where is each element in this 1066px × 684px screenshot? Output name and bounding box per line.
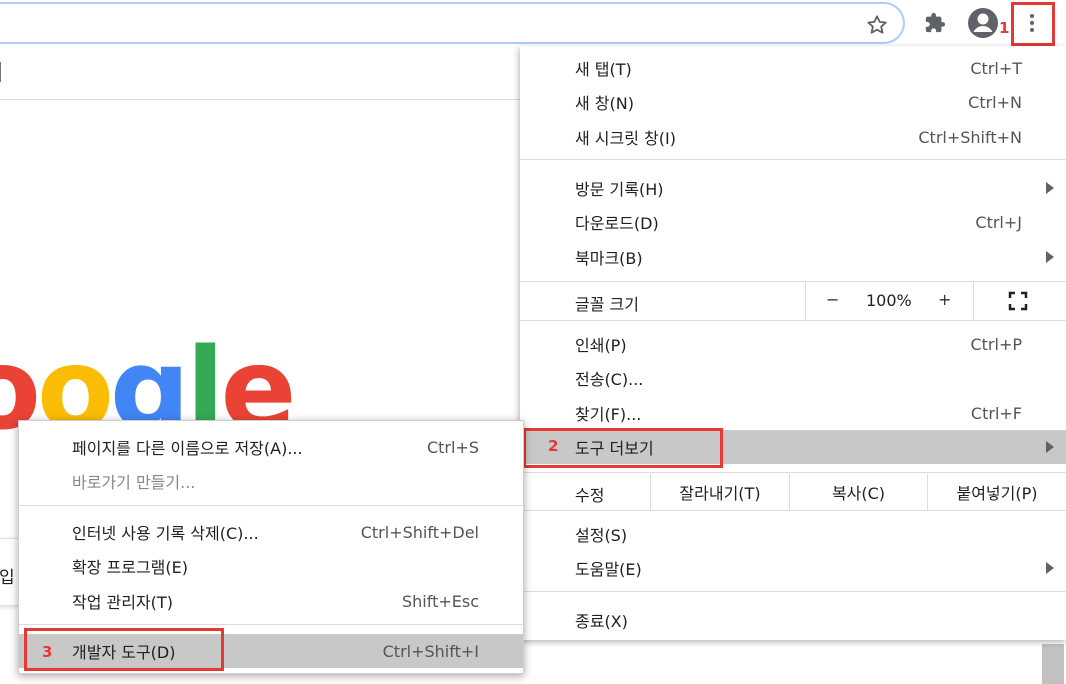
menu-item-shortcut: Ctrl+Shift+N [918,127,1022,147]
profile-button[interactable] [966,6,1000,40]
menu-item-help[interactable]: 도움말(E) [520,551,1066,585]
menu-item-label: 전송(C)... [575,370,644,389]
submenu-arrow-icon [1046,251,1054,263]
menu-item-label: 다운로드(D) [575,214,659,233]
menu-item-label: 방문 기록(H) [575,180,664,199]
google-logo: oogle [0,342,296,432]
submenu-item-extensions[interactable]: 확장 프로그램(E) [19,549,523,583]
submenu-item-create-shortcut: 바로가기 만들기... [19,464,523,498]
menu-item-incognito[interactable]: 새 시크릿 창(I) Ctrl+Shift+N [520,120,1066,154]
menu-item-shortcut: Ctrl+T [970,58,1022,78]
search-box-text: 입 [0,568,15,588]
submenu-item-label: 페이지를 다른 이름으로 저장(A)... [72,439,303,458]
paste-label: 붙여넣기(P) [956,484,1038,503]
submenu-item-shortcut: Ctrl+Shift+Del [360,522,479,542]
menu-item-downloads[interactable]: 다운로드(D) Ctrl+J [520,205,1066,239]
menu-divider [520,510,1066,511]
submenu-item-clear-data[interactable]: 인터넷 사용 기록 삭제(C)... Ctrl+Shift+Del [19,515,523,549]
menu-item-history[interactable]: 방문 기록(H) [520,171,1066,205]
submenu-divider [19,624,523,625]
cut-label: 잘라내기(T) [679,484,761,503]
submenu-item-save-page[interactable]: 페이지를 다른 이름으로 저장(A)... Ctrl+S [19,430,523,464]
menu-item-shortcut: Ctrl+P [970,334,1022,354]
submenu-divider [19,505,523,506]
step-1-highlight-box [1011,2,1055,46]
step-1-label: 1 [999,19,1010,37]
menu-item-label: 인쇄(P) [575,336,627,355]
submenu-arrow-icon [1046,182,1054,194]
submenu-item-label: 바로가기 만들기... [72,473,196,492]
submenu-arrow-icon [1046,441,1054,453]
text-caret [0,62,1,82]
zoom-in-button[interactable]: + [938,290,951,309]
menu-item-find[interactable]: 찾기(F)... Ctrl+F [520,396,1066,430]
step-3-highlight-box [24,628,224,671]
cut-button[interactable]: 잘라내기(T) [650,474,789,510]
submenu-item-shortcut: Ctrl+S [426,437,479,457]
menu-divider [520,159,1066,160]
page-scrollbar-thumb[interactable] [1042,644,1064,684]
zoom-level: 100% [866,291,912,310]
submenu-item-task-manager[interactable]: 작업 관리자(T) Shift+Esc [19,584,523,618]
menu-divider [520,472,1066,473]
menu-item-label: 찾기(F)... [575,405,642,424]
step-2-highlight-box [523,428,723,468]
submenu-item-label: 확장 프로그램(E) [72,558,188,577]
puzzle-icon [925,12,946,33]
menu-item-label: 새 탭(T) [575,60,632,79]
menu-item-shortcut: Ctrl+J [975,212,1022,232]
menu-item-label: 도움말(E) [575,560,642,579]
paste-button[interactable]: 붙여넣기(P) [927,474,1066,510]
menu-item-bookmarks[interactable]: 북마크(B) [520,240,1066,274]
address-bar[interactable] [0,2,905,44]
menu-item-label: 북마크(B) [575,249,643,268]
zoom-row: 글꼴 크기 − 100% + [520,282,1066,320]
menu-item-label: 새 창(N) [575,94,634,113]
menu-divider [520,320,1066,321]
menu-item-label: 설정(S) [575,526,628,545]
menu-item-exit[interactable]: 종료(X) [520,603,1066,637]
menu-item-label: 새 시크릿 창(I) [575,129,676,148]
menu-item-print[interactable]: 인쇄(P) Ctrl+P [520,327,1066,361]
submenu-item-shortcut: Shift+Esc [401,591,479,611]
submenu-item-label: 작업 관리자(T) [72,593,173,612]
submenu-arrow-icon [1046,562,1054,574]
chrome-main-menu: 새 탭(T) Ctrl+T 새 창(N) Ctrl+N 새 시크릿 창(I) C… [520,46,1066,640]
zoom-out-button[interactable]: − [826,290,839,309]
menu-item-new-window[interactable]: 새 창(N) Ctrl+N [520,85,1066,119]
page-input-strip [0,46,520,100]
submenu-item-shortcut: Ctrl+Shift+I [382,641,479,661]
more-tools-submenu: 페이지를 다른 이름으로 저장(A)... Ctrl+S 바로가기 만들기...… [18,420,524,674]
edit-row: 수정 잘라내기(T) 복사(C) 붙여넣기(P) [520,474,1066,510]
menu-item-settings[interactable]: 설정(S) [520,517,1066,551]
profile-icon [968,8,998,38]
zoom-label: 글꼴 크기 [575,295,639,314]
menu-item-shortcut: Ctrl+F [970,403,1022,423]
extensions-button[interactable] [918,6,952,40]
copy-label: 복사(C) [831,484,886,503]
svg-text:oogle: oogle [0,342,292,432]
browser-toolbar: 1 [0,0,1066,46]
star-icon [867,15,887,34]
menu-item-label: 종료(X) [575,612,628,631]
menu-item-shortcut: Ctrl+N [968,92,1022,112]
menu-item-cast[interactable]: 전송(C)... [520,361,1066,395]
copy-button[interactable]: 복사(C) [789,474,927,510]
bookmark-star-button[interactable] [862,10,892,40]
menu-item-new-tab[interactable]: 새 탭(T) Ctrl+T [520,51,1066,85]
edit-label: 수정 [575,486,605,505]
submenu-item-label: 인터넷 사용 기록 삭제(C)... [72,524,259,543]
menu-divider [520,591,1066,592]
fullscreen-icon [1008,291,1028,311]
